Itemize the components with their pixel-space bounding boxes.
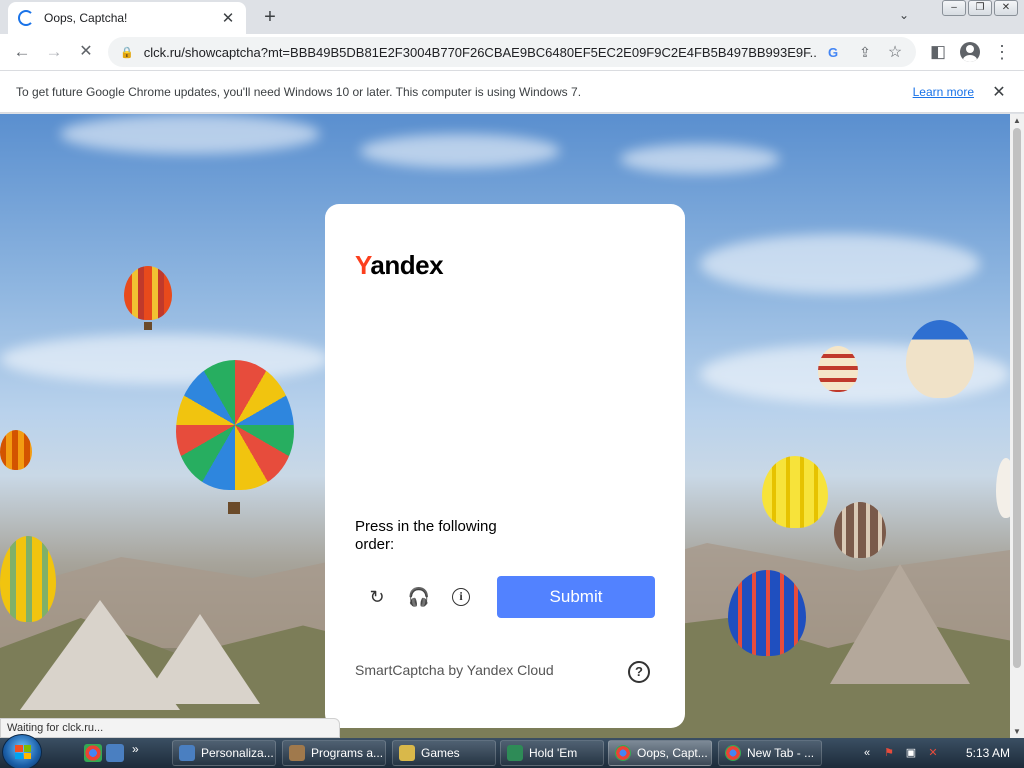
tab-oops-captcha[interactable]: Oops, Captcha! ✕ (8, 2, 246, 34)
loading-spinner-icon (18, 10, 34, 26)
captcha-card: Yandex Press in the following order: ↻ 🎧… (325, 204, 685, 728)
volume-muted-icon[interactable]: ✕ (926, 746, 940, 760)
captcha-controls: ↻ 🎧 i Submit (355, 576, 655, 618)
action-center-flag-icon[interactable]: ⚑ (882, 746, 896, 760)
google-icon[interactable]: G (824, 45, 842, 60)
windows-logo-icon (15, 745, 31, 759)
scroll-up-icon[interactable]: ▲ (1013, 116, 1021, 125)
forward-arrow-icon[interactable]: → (40, 38, 68, 66)
window-controls: – ❐ ✕ (940, 0, 1018, 16)
infobar-message: To get future Google Chrome updates, you… (16, 84, 582, 99)
hot-air-balloon (0, 536, 56, 622)
start-button[interactable] (2, 734, 42, 768)
hot-air-balloon (834, 502, 886, 558)
info-icon[interactable]: i (447, 583, 475, 611)
minimize-button[interactable]: – (942, 0, 966, 16)
update-infobar: To get future Google Chrome updates, you… (0, 71, 1024, 113)
taskbar-button-programs[interactable]: Programs a... (282, 740, 386, 766)
restore-button[interactable]: ❐ (968, 0, 992, 16)
cloud (360, 134, 560, 168)
captcha-instruction: Press in the following order: (355, 518, 497, 553)
taskbar-button-holdem[interactable]: Hold 'Em (500, 740, 604, 766)
balloon-basket (228, 502, 240, 514)
submit-button[interactable]: Submit (497, 576, 655, 618)
programs-icon (289, 745, 305, 761)
hot-air-balloon (0, 430, 32, 470)
profile-avatar-icon[interactable] (956, 38, 984, 66)
smartcaptcha-credit: SmartCaptcha by Yandex Cloud (355, 662, 554, 678)
system-tray: « ⚑ ▣ ✕ (860, 738, 948, 768)
tray-expand-icon[interactable]: « (860, 746, 874, 760)
taskbar-button-new-tab[interactable]: New Tab - ... (718, 740, 822, 766)
reload-icon[interactable]: ↻ (363, 583, 391, 611)
page-scrollbar[interactable]: ▲ ▼ (1010, 114, 1024, 738)
tab-close-icon[interactable]: ✕ (220, 9, 236, 27)
share-icon[interactable]: ⇪ (856, 44, 874, 61)
headphones-icon[interactable]: 🎧 (405, 583, 433, 611)
yandex-logo: Yandex (355, 250, 444, 280)
cloud (0, 334, 330, 384)
address-bar[interactable]: 🔒 clck.ru/showcaptcha?mt=BBB49B5DB81E2F3… (108, 37, 916, 67)
taskbar-clock[interactable]: 5:13 AM (966, 746, 1010, 760)
status-bubble: Waiting for clck.ru... (0, 718, 340, 738)
desktop-quicklaunch-icon[interactable] (106, 744, 124, 762)
hot-air-balloon (906, 320, 974, 398)
taskbar-button-personalization[interactable]: Personaliza... (172, 740, 276, 766)
menu-kebab-icon[interactable]: ⋮ (988, 38, 1016, 66)
taskbar-button-oops-captcha[interactable]: Oops, Capt... (608, 740, 712, 766)
stop-loading-icon[interactable]: ✕ (72, 38, 100, 66)
hot-air-balloon (176, 360, 294, 490)
personalization-icon (179, 745, 195, 761)
cloud (60, 114, 320, 154)
chrome-icon (725, 745, 741, 761)
balloon-basket (144, 322, 152, 330)
hot-air-balloon (762, 456, 828, 528)
tab-search-chevron-icon[interactable]: ⌄ (894, 8, 914, 28)
windows-taskbar: » Personaliza... Programs a... Games Hol… (0, 734, 1024, 768)
tab-strip: Oops, Captcha! ✕ + ⌄ – ❐ ✕ (0, 0, 1024, 34)
chrome-quicklaunch-icon[interactable] (84, 744, 102, 762)
bookmark-star-icon[interactable]: ☆ (886, 42, 904, 62)
chrome-icon (615, 745, 631, 761)
cloud (620, 144, 780, 174)
hot-air-balloon (124, 266, 172, 320)
lock-icon[interactable]: 🔒 (120, 46, 134, 59)
holdem-icon (507, 745, 523, 761)
hot-air-balloon (728, 570, 806, 656)
network-icon[interactable]: ▣ (904, 746, 918, 760)
hot-air-balloon (996, 458, 1010, 518)
games-icon (399, 745, 415, 761)
url-text[interactable]: clck.ru/showcaptcha?mt=BBB49B5DB81E2F300… (144, 45, 816, 60)
hot-air-balloon (818, 346, 858, 392)
taskbar-button-games[interactable]: Games (392, 740, 496, 766)
tab-title: Oops, Captcha! (44, 11, 128, 25)
scroll-thumb[interactable] (1013, 128, 1021, 668)
learn-more-link[interactable]: Learn more (913, 85, 974, 99)
new-tab-button[interactable]: + (258, 5, 282, 29)
back-arrow-icon[interactable]: ← (8, 38, 36, 66)
infobar-close-icon[interactable]: ✕ (990, 82, 1008, 102)
cloud (700, 234, 980, 294)
side-panel-icon[interactable]: ◧ (924, 38, 952, 66)
help-icon[interactable]: ? (628, 661, 650, 683)
quicklaunch-overflow-icon[interactable]: » (132, 742, 150, 760)
browser-toolbar: ← → ✕ 🔒 clck.ru/showcaptcha?mt=BBB49B5DB… (0, 34, 1024, 71)
close-window-button[interactable]: ✕ (994, 0, 1018, 16)
scroll-down-icon[interactable]: ▼ (1013, 727, 1021, 736)
